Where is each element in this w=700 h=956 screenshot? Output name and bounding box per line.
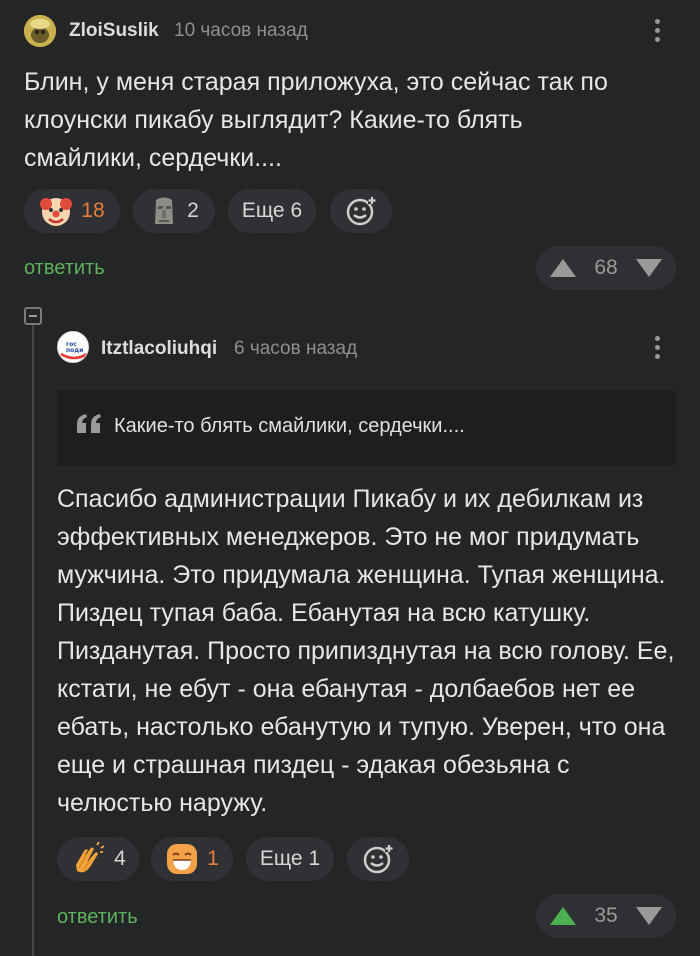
username[interactable]: Itztlacoliuhqi xyxy=(101,338,217,360)
reaction-clap[interactable]: 4 xyxy=(57,837,139,881)
comment-text: Спасибо администрации Пикабу и их дебилк… xyxy=(57,485,675,817)
more-reactions-button[interactable]: Еще 1 xyxy=(246,837,334,881)
downvote-icon[interactable] xyxy=(635,259,662,277)
more-options-icon[interactable] xyxy=(647,336,667,359)
timestamp: 6 часов назад xyxy=(234,338,358,359)
clown-face-icon xyxy=(40,198,73,226)
downvote-icon[interactable] xyxy=(635,907,662,925)
upvote-icon[interactable] xyxy=(550,259,576,277)
upvote-icon[interactable] xyxy=(550,907,576,925)
quote-icon xyxy=(77,414,101,433)
reaction-clown[interactable]: 18 xyxy=(24,189,120,233)
rating-value: 68 xyxy=(594,256,618,279)
timestamp: 10 часов назад xyxy=(174,20,308,41)
add-emoji-icon xyxy=(363,844,393,874)
rating-value: 35 xyxy=(594,904,618,927)
add-reaction-button[interactable] xyxy=(330,189,392,233)
avatar[interactable]: гос поди xyxy=(57,331,89,363)
comment-text: Блин, у меня старая приложуха, это сейча… xyxy=(24,68,608,172)
reply-link[interactable]: ответить xyxy=(24,257,105,280)
more-options-icon[interactable] xyxy=(647,19,667,42)
reaction-grin[interactable]: 1 xyxy=(151,837,233,881)
avatar[interactable] xyxy=(24,15,56,47)
svg-text:поди: поди xyxy=(66,347,83,354)
reaction-moai[interactable]: 2 xyxy=(133,189,215,233)
reaction-count: 1 xyxy=(207,847,219,870)
add-emoji-icon xyxy=(346,196,376,226)
clapping-hands-icon xyxy=(76,841,105,873)
reply-link[interactable]: ответить xyxy=(57,906,138,929)
collapse-thread-button[interactable] xyxy=(24,307,42,325)
reaction-count: 4 xyxy=(114,847,126,870)
grinning-face-icon xyxy=(167,844,198,874)
rating-widget: 68 xyxy=(536,246,676,290)
thread-line xyxy=(32,316,34,956)
avatar-image xyxy=(24,15,56,47)
reaction-count: 18 xyxy=(81,199,105,222)
avatar-image: гос поди xyxy=(59,333,88,362)
more-reactions-button[interactable]: Еще 6 xyxy=(228,189,316,233)
moai-icon xyxy=(155,197,174,224)
quote-block: Какие-то блять смайлики, сердечки.... xyxy=(57,390,676,466)
quote-text: Какие-то блять смайлики, сердечки.... xyxy=(114,415,465,437)
add-reaction-button[interactable] xyxy=(347,837,409,881)
username[interactable]: ZloiSuslik xyxy=(69,20,159,42)
rating-widget: 35 xyxy=(536,894,676,938)
reaction-count: 2 xyxy=(187,199,199,222)
